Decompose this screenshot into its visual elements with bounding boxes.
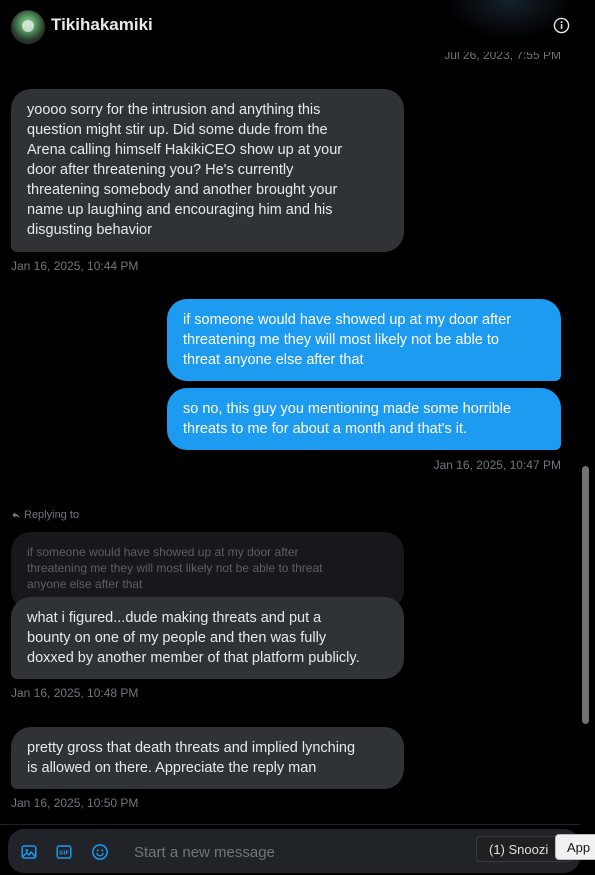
sent-message-bubble[interactable]: if someone would have showed up at my do…: [167, 299, 561, 381]
received-message-bubble[interactable]: what i figured...dude making threats and…: [11, 597, 404, 679]
message-line: threatening somebody and another brought…: [27, 182, 338, 198]
message-line: disgusting behavior: [27, 222, 152, 238]
message-line: so no, this guy you mentioning made some…: [183, 401, 512, 417]
message-timestamp: Jan 16, 2025, 10:48 PM: [11, 686, 139, 700]
message-line: pretty gross that death threats and impl…: [27, 740, 356, 756]
received-message-bubble[interactable]: yoooo sorry for the intrusion and anythi…: [11, 89, 404, 252]
quoted-line: if someone would have showed up at my do…: [27, 545, 299, 559]
message-line: name up laughing and encouraging him and…: [27, 202, 333, 218]
message-line: is allowed on there. Appreciate the repl…: [27, 760, 317, 776]
message-line: door after threatening you? He's current…: [27, 162, 294, 178]
received-message-bubble[interactable]: pretty gross that death threats and impl…: [11, 727, 404, 789]
reply-arrow-icon: [12, 512, 20, 519]
sent-message-bubble[interactable]: so no, this guy you mentioning made some…: [167, 388, 561, 450]
quoted-line: threatening me they will most likely not…: [27, 561, 323, 575]
info-icon[interactable]: [553, 17, 570, 34]
message-line: what i figured...dude making threats and…: [27, 610, 322, 626]
message-line: yoooo sorry for the intrusion and anythi…: [27, 102, 321, 118]
replying-to-label: Replying to: [11, 509, 79, 521]
conversation-header: Tikihakamiki: [0, 0, 580, 52]
image-icon[interactable]: [20, 843, 38, 861]
message-line: threat anyone else after that: [183, 352, 364, 368]
svg-text:GIF: GIF: [59, 851, 69, 857]
app-button[interactable]: App: [555, 834, 595, 860]
avatar[interactable]: [11, 10, 45, 44]
conversation-user-name[interactable]: Tikihakamiki: [51, 15, 153, 35]
scrollbar-thumb[interactable]: [582, 466, 589, 724]
message-line: question might stir up. Did some dude fr…: [27, 122, 328, 138]
quoted-line: anyone else after that: [27, 577, 143, 591]
message-input[interactable]: Start a new message: [134, 844, 275, 861]
message-line: doxxed by another member of that platfor…: [27, 650, 360, 666]
gif-icon[interactable]: GIF: [55, 843, 73, 861]
message-timestamp: Jan 16, 2025, 10:47 PM: [433, 458, 561, 472]
emoji-icon[interactable]: [91, 843, 109, 861]
message-line: threatening me they will most likely not…: [183, 332, 499, 348]
message-line: Arena calling himself HakikiCEO show up …: [27, 142, 343, 158]
message-timestamp: Jan 16, 2025, 10:50 PM: [11, 796, 139, 810]
message-timestamp: Jan 16, 2025, 10:44 PM: [11, 259, 139, 273]
message-line: bounty on one of my people and then was …: [27, 630, 327, 646]
message-line: threats to me for about a month and that…: [183, 421, 468, 437]
message-line: if someone would have showed up at my do…: [183, 312, 512, 328]
replying-to-text: Replying to: [24, 509, 80, 521]
